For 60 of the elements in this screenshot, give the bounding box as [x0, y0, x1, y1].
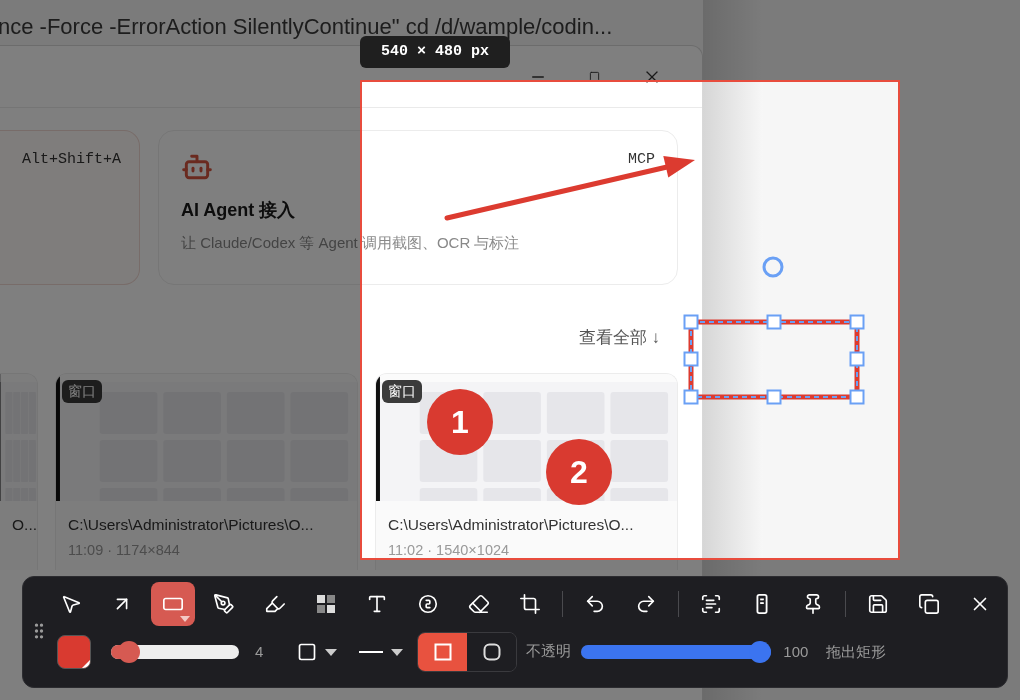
highlighter-icon [264, 593, 286, 615]
undo-icon [584, 593, 606, 615]
rotate-handle[interactable] [762, 256, 784, 278]
window-badge: 窗口 [382, 379, 422, 403]
pen-icon [213, 593, 235, 615]
feature-tag: MCP [628, 149, 655, 172]
mosaic-icon [316, 594, 336, 614]
numbered-circle-icon [417, 593, 439, 615]
solid-line-icon [359, 650, 384, 654]
caret-icon [391, 648, 404, 656]
resize-handle[interactable] [849, 389, 865, 405]
view-all-link[interactable]: 查看全部 ↓ [578, 325, 660, 351]
corner-style-toggle[interactable] [418, 633, 468, 671]
slider-thumb[interactable] [117, 641, 140, 663]
number-marker[interactable]: 1 [427, 389, 493, 455]
feature-card[interactable]: MCP AI Agent 接入 让 Claude/Codex 等 Agent 调用截图、OCR 与标注 [158, 130, 678, 285]
capture-meta: 11:02 · 1540×1024 [387, 540, 511, 560]
capture-path: O... [12, 514, 37, 535]
save-icon [867, 593, 889, 615]
capture-card[interactable]: O... [0, 372, 38, 570]
capture-region[interactable] [360, 80, 900, 560]
feature-card[interactable]: Alt+Shift+A [0, 130, 140, 285]
copy-icon [918, 593, 940, 615]
resize-handle[interactable] [683, 351, 699, 367]
tool-button[interactable] [151, 582, 195, 626]
capture-path: C:\Users\Administrator\Pictures\O... [388, 514, 635, 535]
number-marker[interactable]: 2 [546, 439, 612, 505]
stroke-width-slider[interactable] [111, 641, 239, 663]
opacity-value: 100 [783, 641, 809, 662]
crop-icon [519, 593, 541, 615]
resize-handle[interactable] [683, 314, 699, 330]
border-style-dropdown[interactable] [297, 642, 338, 662]
caret-icon [180, 616, 190, 622]
resize-handle[interactable] [683, 389, 699, 405]
maximize-icon[interactable] [589, 71, 600, 82]
feature-title: AI Agent 接入 [181, 199, 297, 222]
square-icon [433, 643, 452, 661]
rounded-square-icon [482, 643, 501, 661]
feature-description: 让 Claude/Codex 等 Agent 调用截图、OCR 与标注 [181, 233, 521, 253]
color-swatch[interactable] [57, 635, 91, 669]
slider-thumb[interactable] [749, 641, 772, 663]
line-style-dropdown[interactable] [359, 648, 404, 656]
resize-handle[interactable] [766, 389, 782, 405]
resize-handle[interactable] [849, 351, 865, 367]
rectangle-annotation[interactable] [688, 319, 860, 400]
stroke-width-value: 4 [255, 641, 264, 662]
opacity-label: 不透明 [526, 642, 572, 662]
hint-text: 拖出矩形 [826, 641, 887, 662]
shortcut-label: Alt+Shift+A [21, 150, 121, 170]
text-icon [366, 593, 388, 615]
resize-handle[interactable] [766, 314, 782, 330]
window-badge: 窗口 [62, 379, 102, 403]
scan-text-icon [700, 593, 722, 615]
redo-icon [635, 593, 657, 615]
square-icon [297, 642, 318, 662]
capture-path: C:\Users\Administrator\Pictures\O... [68, 514, 315, 535]
pointer-icon [60, 593, 82, 615]
eraser-icon [468, 593, 490, 615]
resize-handle[interactable] [849, 314, 865, 330]
caret-icon [325, 648, 338, 656]
